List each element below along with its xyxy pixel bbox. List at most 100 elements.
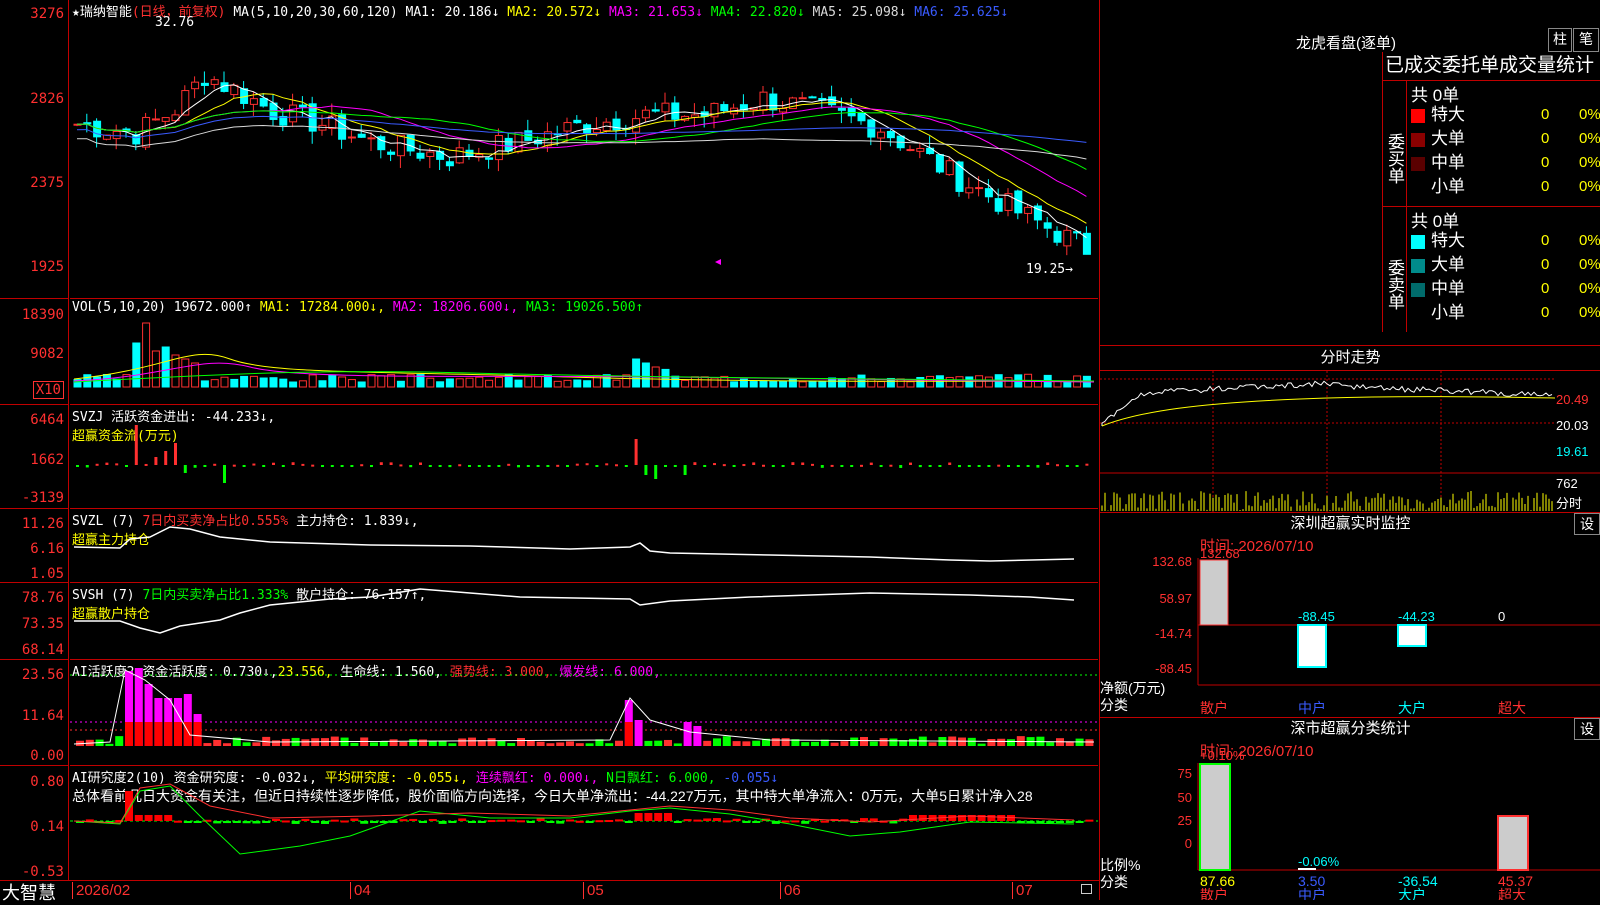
candle-body [445,161,454,167]
flow-bar [389,462,393,465]
research-bar [732,818,741,821]
activity-bar [507,743,516,746]
volume-bar [945,376,954,388]
volume-chart[interactable] [70,299,1098,404]
candle-body [485,157,494,160]
volume-bar [249,375,258,388]
flow-bar [771,465,775,468]
buy-color-swatch [1411,156,1425,171]
volume-bar [583,380,592,388]
buy-row: 特大 0 0% [1411,103,1600,127]
net-amount-chart[interactable]: 132.68 58.97 -14.74 -88.45 132.68 -88.45 -44.2… [1100,513,1600,717]
high-price-label: 32.76 [155,15,195,30]
svzj-pane[interactable]: SVZJ 活跃资金进出: -44.233↓, 超赢资金流(万元) [70,405,1098,509]
volume-bar [749,381,758,388]
research-bar [781,820,790,823]
svzl-pane[interactable]: SVZL (7) 7日内买卖净占比0.555% 主力持仓: 1.839↓, 超赢… [70,509,1098,583]
buy-row-label: 小单 [1431,177,1465,196]
flow-bar [242,465,246,467]
flow-bar [115,463,119,466]
ai-activity-pane[interactable]: AI活跃度2 资金活跃度: 0.730↓,23.556, 生命线: 1.560,… [70,660,1098,766]
research-bar [164,815,173,821]
classify-stats-panel[interactable]: 深市超赢分类统计 设 时间: 2026/07/10 75 50 25 0 +0.10% -… [1100,718,1600,900]
buy-row-label: 大单 [1431,129,1465,148]
research-bar [909,815,917,821]
candle-body [994,198,1003,212]
buy-row: 大单 0 0% [1411,127,1600,151]
brand-label[interactable]: 大智慧 [2,879,56,905]
buy-row-pct: 0% [1579,154,1600,171]
candle-body [935,154,944,173]
flow-bar [624,465,628,467]
activity-bar-base [624,722,633,746]
svzj-axis: 6464 1662 -3139 [0,405,69,509]
timeshare-panel[interactable]: 分时走势 20.49 20.03 19.61 762 分时 [1100,346,1600,513]
research-bar [595,820,604,823]
flow-bar [370,465,373,468]
svsh-pane[interactable]: SVSH (7) 7日内买卖净占比1.333% 散户持仓: 76.157↑, 超… [70,583,1098,660]
buy-row-pct: 0% [1579,130,1600,147]
flow-bar [223,465,226,483]
research-bar [673,821,682,823]
volume-bar [485,379,494,388]
research-bar [507,819,516,822]
flow-bar [183,465,187,473]
volume-bar [632,358,641,388]
flow-bar [1065,465,1069,467]
order-tabs[interactable]: 已成交委托单成交量统计 [1382,52,1600,81]
lock-icon[interactable] [1081,884,1092,894]
volume-bar [308,374,317,388]
retail-holding-chart[interactable] [70,583,1098,659]
sell-row-count: 0 [1541,256,1550,273]
research-bar [340,820,349,823]
flow-bar [811,463,814,466]
svzl-axis: 11.26 6.16 1.05 [0,509,69,583]
cls-axis-tick: 25 [1178,813,1192,828]
activity-bar [987,739,996,746]
volume-pane[interactable]: VOL(5,10,20) 19672.000↑ MA1: 17284.000↓,… [70,299,1098,405]
buy-row-pct: 0% [1579,178,1600,195]
buy-row-count: 0 [1541,154,1550,171]
vol-axis: 18390 9082 X10 [0,299,69,405]
retail-holding-line [74,588,1075,634]
svzl-axis-tick: 6.16 [30,541,64,557]
sell-order-block: 委卖单 共 0单 特大 0 0% 大单 0 0% 中单 0 0% 小单 0 0% [1382,207,1600,332]
candlestick-chart[interactable] [70,0,1098,298]
svzl-axis-tick: 11.26 [21,516,64,532]
candle-body [857,112,866,122]
kline-pane[interactable]: ★瑞纳智能(日线，前复权) MA(5,10,20,30,60,120) MA1:… [70,0,1098,299]
flow-bar [174,443,177,465]
activity-bar [811,741,819,746]
volume-bar [377,375,386,388]
candle-body [573,119,582,124]
flow-bar [850,465,854,467]
activity-bar [223,743,231,746]
ratio-chart[interactable]: 7550250+0.10%-0.06%87.66 3.50 -36.54 45.37散… [1100,718,1600,900]
sell-row: 大单 0 0% [1411,253,1600,277]
tick-mode-button[interactable]: 笔 [1573,28,1599,52]
bar-mode-button[interactable]: 柱 [1548,28,1572,52]
research-bar [242,821,251,824]
date-tick: 05 [583,882,604,899]
research-bar [693,819,702,822]
candle-body [357,133,366,138]
volume-bar [818,380,827,388]
volume-bar [455,378,464,388]
buy-row-count: 0 [1541,106,1550,123]
candle-body [1053,230,1062,243]
main-holding-chart[interactable] [70,509,1098,582]
realtime-monitor-panel[interactable]: 深圳超赢实时监控 设 时间: 2026/07/10 132.68 58.97 -14… [1100,513,1600,718]
research-bar [428,818,437,821]
timeshare-chart[interactable] [1100,371,1600,512]
ai2-axis-tick: -0.53 [21,864,64,880]
research-chart[interactable] [70,766,1098,880]
activity-chart[interactable] [70,660,1098,765]
volume-bar [151,350,160,388]
volume-bar [543,375,552,388]
flow-bar [693,462,697,465]
ai-research-pane[interactable]: AI研究度2(10) 资金研究度: -0.032↓, 平均研究度: -0.055… [70,766,1098,880]
candle-body [210,79,219,85]
research-bar [566,819,574,822]
activity-bar-base [125,722,133,746]
fund-flow-chart[interactable] [70,405,1098,508]
